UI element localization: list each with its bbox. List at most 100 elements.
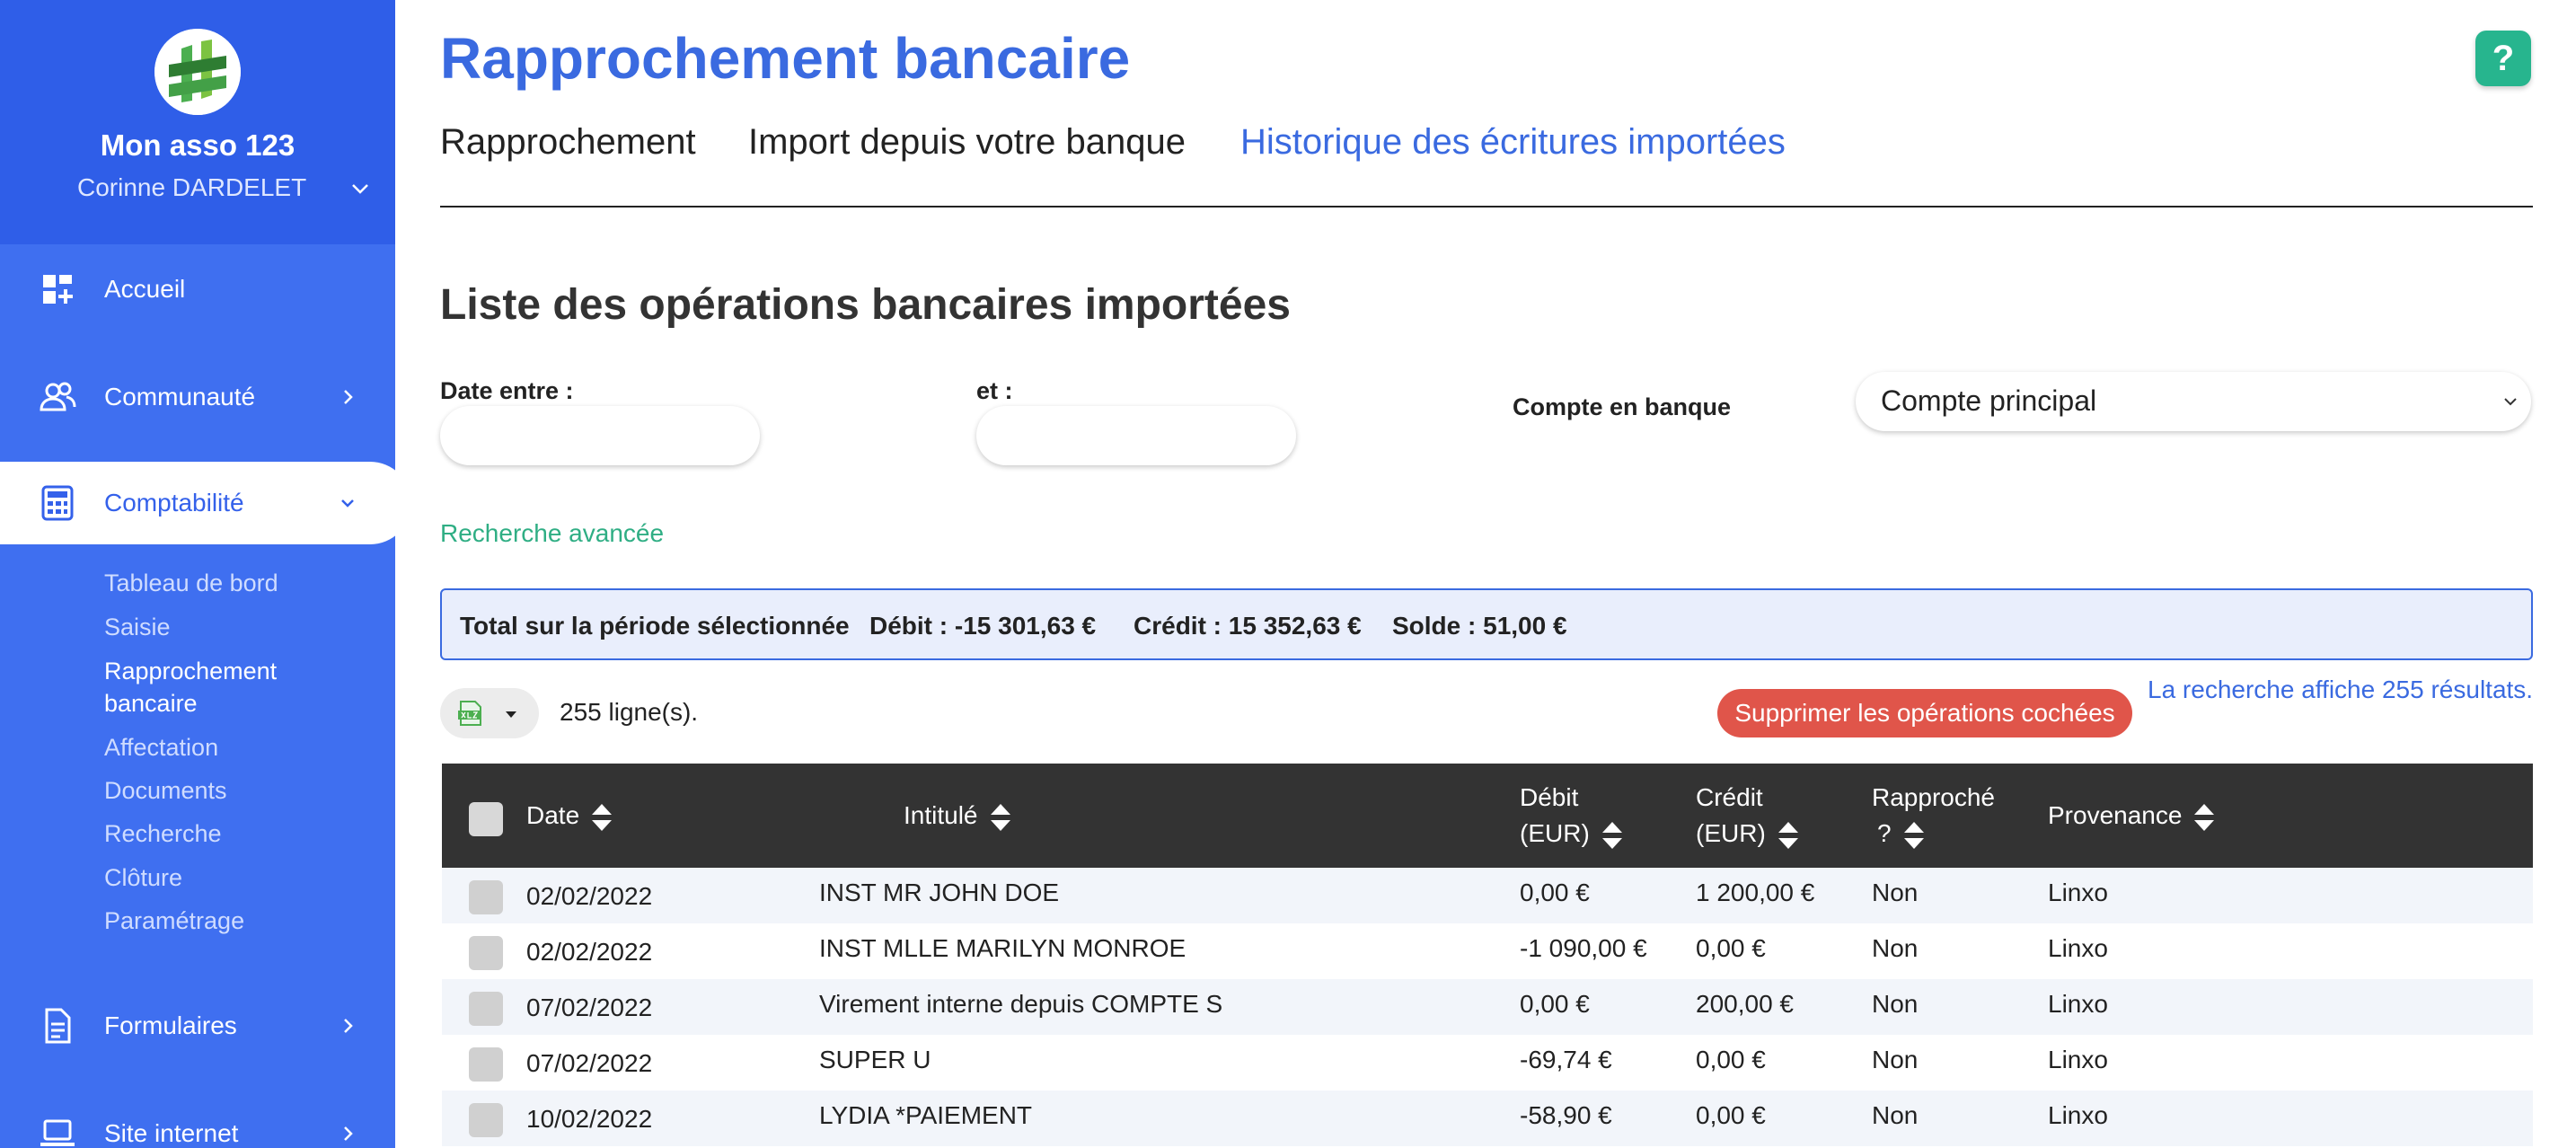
subnav-tableau-de-bord[interactable]: Tableau de bord bbox=[104, 567, 278, 599]
sort-icon bbox=[592, 803, 613, 831]
table-row[interactable]: 07/02/2022 SUPER U -69,74 € 0,00 € Non L… bbox=[442, 1035, 2533, 1091]
subnav-recherche[interactable]: Recherche bbox=[104, 817, 222, 850]
sort-icon bbox=[1778, 821, 1798, 849]
cell-date: 02/02/2022 bbox=[526, 938, 653, 966]
row-checkbox[interactable] bbox=[469, 1103, 503, 1137]
chevron-right-icon bbox=[344, 1126, 353, 1141]
cell-debit: 0,00 € bbox=[1520, 879, 1590, 906]
sidebar-header: Mon asso 123 Corinne DARDELET bbox=[0, 0, 395, 244]
cell-provenance: Linxo bbox=[2048, 879, 2108, 906]
column-header-credit[interactable]: Crédit (EUR) bbox=[1696, 780, 1800, 852]
sidebar: Mon asso 123 Corinne DARDELET Accueil Co… bbox=[0, 0, 411, 1148]
subnav-parametrage[interactable]: Paramétrage bbox=[104, 905, 244, 937]
cell-debit: -1 090,00 € bbox=[1520, 934, 1647, 962]
nav-label: Comptabilité bbox=[104, 489, 244, 517]
tab-import[interactable]: Import depuis votre banque bbox=[748, 122, 1186, 163]
calculator-icon bbox=[41, 485, 74, 521]
results-count: La recherche affiche 255 résultats. bbox=[2148, 676, 2534, 703]
account-label: Compte en banque bbox=[1513, 393, 1732, 420]
cell-credit: 0,00 € bbox=[1696, 1046, 1766, 1073]
cell-rapproche: Non bbox=[1872, 990, 1919, 1018]
users-icon bbox=[40, 382, 76, 411]
date-to-input[interactable] bbox=[976, 406, 1296, 465]
organization-logo[interactable] bbox=[154, 29, 241, 115]
delete-selected-button[interactable]: Supprimer les opérations cochées bbox=[1717, 689, 2132, 737]
header-label: Intitulé bbox=[904, 801, 978, 829]
cell-date: 02/02/2022 bbox=[526, 882, 653, 910]
totals-credit: Crédit : 15 352,63 € bbox=[1134, 612, 1362, 640]
table-row[interactable]: 02/02/2022 INST MLLE MARILYN MONROE -1 0… bbox=[442, 923, 2533, 979]
totals-balance: Solde : 51,00 € bbox=[1392, 612, 1567, 640]
chevron-right-icon bbox=[344, 1019, 353, 1033]
chevron-down-icon[interactable] bbox=[348, 177, 372, 200]
row-checkbox[interactable] bbox=[469, 1047, 503, 1082]
cell-credit: 200,00 € bbox=[1696, 990, 1794, 1018]
chevron-right-icon bbox=[344, 390, 353, 404]
header-label: Date bbox=[526, 801, 580, 829]
page-title: Rapprochement bancaire bbox=[440, 26, 1131, 91]
column-header-intitule[interactable]: Intitulé bbox=[904, 798, 1012, 834]
cell-intitule: Virement interne depuis COMPTE S bbox=[819, 990, 1223, 1018]
sort-icon bbox=[990, 803, 1010, 831]
table-row[interactable]: 07/02/2022 Virement interne depuis COMPT… bbox=[442, 979, 2533, 1035]
subnav-rapprochement-line1[interactable]: Rapprochement bbox=[104, 655, 277, 687]
nav-item-accueil[interactable]: Accueil bbox=[0, 248, 395, 331]
row-count: 255 ligne(s). bbox=[560, 698, 699, 726]
subnav-saisie[interactable]: Saisie bbox=[104, 611, 171, 643]
user-name[interactable]: Corinne DARDELET bbox=[77, 173, 306, 202]
cell-debit: 0,00 € bbox=[1520, 990, 1590, 1018]
nav-item-site-internet[interactable]: Site internet bbox=[0, 1092, 395, 1148]
column-header-rapproche[interactable]: Rapproché ? bbox=[1872, 780, 1995, 852]
totals-debit: Débit : -15 301,63 € bbox=[869, 612, 1097, 640]
chevron-down-icon bbox=[341, 499, 354, 508]
account-select-value: Compte principal bbox=[1881, 384, 2097, 417]
cell-credit: 0,00 € bbox=[1696, 934, 1766, 962]
cell-rapproche: Non bbox=[1872, 1101, 1919, 1129]
nav-label: Formulaires bbox=[104, 1011, 237, 1039]
column-header-debit[interactable]: Débit (EUR) bbox=[1520, 780, 1624, 852]
nav-item-formulaires[interactable]: Formulaires bbox=[0, 985, 395, 1067]
cell-debit: -58,90 € bbox=[1520, 1101, 1612, 1129]
row-checkbox[interactable] bbox=[469, 880, 503, 914]
subnav-affectation[interactable]: Affectation bbox=[104, 731, 218, 764]
header-label: Rapproché bbox=[1872, 783, 1995, 811]
table-row[interactable]: 10/02/2022 LYDIA *PAIEMENT -58,90 € 0,00… bbox=[442, 1091, 2533, 1146]
subnav-cloture[interactable]: Clôture bbox=[104, 861, 182, 894]
row-checkbox[interactable] bbox=[469, 992, 503, 1026]
export-button[interactable] bbox=[440, 688, 539, 738]
nav-label: Site internet bbox=[104, 1119, 239, 1147]
chevron-down-icon bbox=[2504, 398, 2517, 406]
subnav-rapprochement-line2[interactable]: bancaire bbox=[104, 687, 198, 720]
cell-date: 10/02/2022 bbox=[526, 1105, 653, 1133]
cell-provenance: Linxo bbox=[2048, 1101, 2108, 1129]
nav-item-communaute[interactable]: Communauté bbox=[0, 356, 395, 438]
header-label: (EUR) bbox=[1696, 819, 1766, 847]
tab-rapprochement[interactable]: Rapprochement bbox=[440, 122, 696, 163]
cell-credit: 1 200,00 € bbox=[1696, 879, 1815, 906]
header-label: (EUR) bbox=[1520, 819, 1590, 847]
header-label: Provenance bbox=[2048, 801, 2183, 829]
nav-item-comptabilite[interactable]: Comptabilité bbox=[0, 462, 411, 544]
totals-bar: Total sur la période sélectionnée Débit … bbox=[440, 588, 2533, 660]
advanced-search-link[interactable]: Recherche avancée bbox=[440, 519, 664, 548]
date-from-input[interactable] bbox=[440, 406, 760, 465]
table-row[interactable]: 02/02/2022 INST MR JOHN DOE 0,00 € 1 200… bbox=[442, 868, 2533, 923]
cell-intitule: INST MR JOHN DOE bbox=[819, 879, 1060, 906]
subnav-documents[interactable]: Documents bbox=[104, 774, 227, 807]
tab-historique[interactable]: Historique des écritures importées bbox=[1240, 122, 1786, 163]
cell-provenance: Linxo bbox=[2048, 934, 2108, 962]
cell-provenance: Linxo bbox=[2048, 990, 2108, 1018]
caret-down-icon bbox=[506, 711, 516, 718]
account-select[interactable]: Compte principal bbox=[1856, 372, 2531, 431]
section-title: Liste des opérations bancaires importées bbox=[440, 281, 1291, 329]
row-checkbox[interactable] bbox=[469, 936, 503, 970]
laptop-icon bbox=[40, 1119, 75, 1146]
cell-rapproche: Non bbox=[1872, 879, 1919, 906]
column-header-date[interactable]: Date bbox=[526, 798, 613, 834]
cell-rapproche: Non bbox=[1872, 934, 1919, 962]
cell-intitule: LYDIA *PAIEMENT bbox=[819, 1101, 1033, 1129]
help-button[interactable]: ? bbox=[2475, 31, 2531, 86]
column-header-provenance[interactable]: Provenance bbox=[2048, 798, 2216, 834]
cell-credit: 0,00 € bbox=[1696, 1101, 1766, 1129]
select-all-checkbox[interactable] bbox=[469, 802, 503, 836]
